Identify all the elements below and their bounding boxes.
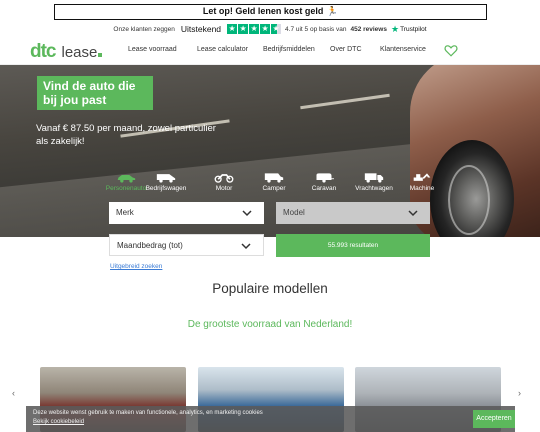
truck-icon	[364, 173, 384, 183]
dtc-lease-logo[interactable]: dtc lease	[30, 41, 103, 62]
hero-title: Vind de auto die bij jou past	[37, 76, 153, 110]
nav-item-klantenservice[interactable]: Klantenservice	[380, 46, 426, 53]
nav-item-over-dtc[interactable]: Over DTC	[330, 46, 362, 53]
warning-banner-area: Let op! Geld lenen kost geld 🏃	[0, 0, 540, 24]
nav-item-lease-voorraad[interactable]: Lease voorraad	[128, 46, 177, 53]
star-icon: ★	[227, 24, 238, 34]
chevron-down-icon	[408, 210, 418, 217]
star-icon: ★	[260, 24, 271, 34]
trustpilot-star-icon: ★	[390, 23, 400, 34]
star-icon: ★	[238, 24, 249, 34]
popular-models-subtitle: De grootste voorraad van Nederland!	[187, 319, 353, 330]
star-half-icon: ★	[271, 24, 282, 34]
car-icon	[117, 175, 136, 183]
popular-models-title: Populaire modellen	[212, 281, 328, 296]
merk-select-value: Merk	[116, 208, 134, 217]
logo-main: dtc	[30, 41, 56, 62]
chevron-down-icon	[241, 243, 251, 250]
carousel-next-icon[interactable]: ›	[518, 388, 521, 398]
tab-machine[interactable]: Machine	[398, 172, 446, 192]
trustpilot-stars: ★ ★ ★ ★ ★	[227, 24, 282, 34]
star-icon: ★	[249, 24, 260, 34]
logo-dot	[98, 53, 103, 57]
van-icon	[156, 174, 176, 183]
show-results-button[interactable]: 55.993 resultaten	[276, 234, 430, 257]
running-person-icon: 🏃	[326, 6, 339, 16]
tab-camper[interactable]: Camper	[250, 172, 298, 192]
advanced-search-link[interactable]: Uitgebreid zoeken	[110, 263, 162, 270]
tab-motor[interactable]: Motor	[200, 172, 248, 192]
nav-item-bedrijfsmiddelen[interactable]: Bedrijfsmiddelen	[263, 46, 315, 53]
trustpilot-bar[interactable]: Onze klanten zeggen Uitstekend ★ ★ ★ ★ ★…	[0, 22, 540, 36]
merk-select[interactable]: Merk	[109, 202, 264, 224]
vehicle-category-tabs: Personenauto Bedrijfswagen Motor Camper …	[102, 172, 442, 196]
cookie-policy-link[interactable]: Bekijk cookiebeleid	[33, 419, 84, 425]
maandbedrag-select-value: Maandbedrag (tot)	[117, 241, 183, 250]
tab-label: Bedrijfswagen	[145, 185, 187, 192]
cookie-text: Deze website wenst gebruik te maken van …	[33, 410, 263, 416]
warning-banner: Let op! Geld lenen kost geld 🏃	[54, 4, 487, 20]
tab-label: Machine	[409, 185, 435, 192]
maandbedrag-select[interactable]: Maandbedrag (tot)	[109, 234, 264, 256]
chevron-down-icon	[242, 210, 252, 217]
tab-label: Motor	[215, 185, 233, 192]
warning-text: Let op! Geld lenen kost geld	[202, 6, 324, 16]
carousel-prev-icon[interactable]: ‹	[12, 388, 15, 398]
excavator-icon	[413, 173, 431, 181]
tab-label: Vrachtwagen	[355, 185, 393, 192]
model-select-value: Model	[283, 208, 305, 217]
nav-item-lease-calculator[interactable]: Lease calculator	[197, 46, 248, 53]
logo-sub: lease	[61, 44, 98, 61]
tab-label: Caravan	[311, 185, 337, 192]
motorcycle-icon	[214, 174, 234, 183]
trustpilot-brand: Trustpilot	[400, 25, 427, 33]
trustpilot-reviews: 452 reviews	[350, 25, 387, 33]
trustpilot-rating-word: Uitstekend	[180, 24, 222, 34]
main-navigation: dtc lease Lease voorraad Lease calculato…	[0, 37, 540, 65]
accept-cookies-button[interactable]: Accepteren	[473, 410, 515, 428]
tab-vrachtwagen[interactable]: Vrachtwagen	[350, 172, 398, 192]
road-marking	[300, 93, 390, 110]
hero-car-rim	[448, 165, 490, 235]
trustpilot-score: 4.7 uit 5 op basis van	[285, 25, 347, 33]
trustpilot-logo: ★ Trustpilot	[391, 24, 427, 35]
heart-icon[interactable]	[444, 44, 458, 57]
caravan-icon	[316, 173, 334, 183]
tab-caravan[interactable]: Caravan	[300, 172, 348, 192]
hero-subtitle: Vanaf € 87.50 per maand, zowel particuli…	[36, 123, 216, 147]
tab-bedrijfswagen[interactable]: Bedrijfswagen	[142, 172, 190, 192]
camper-icon	[264, 173, 284, 183]
model-select[interactable]: Model	[276, 202, 430, 224]
tab-label: Camper	[262, 185, 286, 192]
tab-label: Personenauto	[105, 185, 147, 192]
trustpilot-prefix: Onze klanten zeggen	[113, 25, 175, 33]
cookie-banner: Deze website wenst gebruik te maken van …	[26, 406, 515, 432]
